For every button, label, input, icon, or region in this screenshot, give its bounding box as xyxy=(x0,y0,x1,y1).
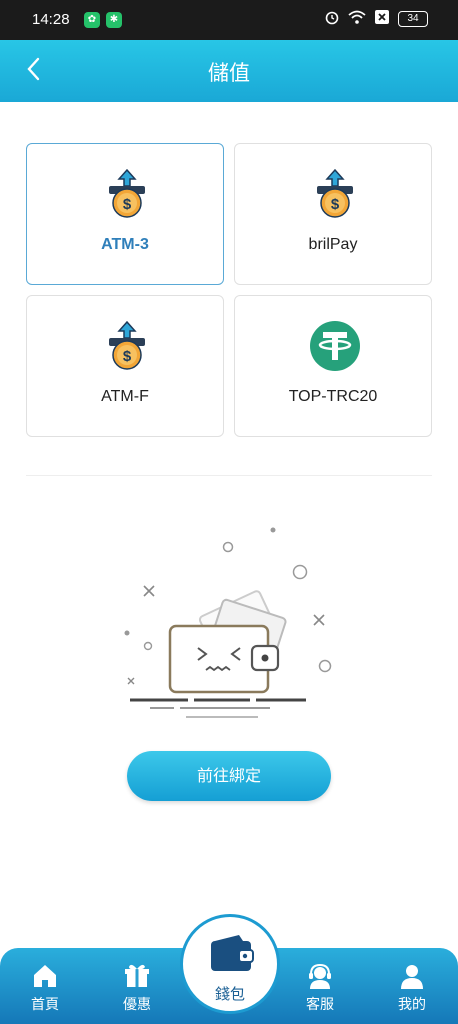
method-label: TOP-TRC20 xyxy=(288,388,378,405)
svg-text:$: $ xyxy=(123,348,132,365)
status-icons: 34 xyxy=(324,9,428,29)
section-divider xyxy=(26,475,432,476)
method-card-atm-3[interactable]: $ ATM-3 xyxy=(26,143,224,285)
nav-label: 客服 xyxy=(306,997,334,1013)
user-icon xyxy=(401,965,423,989)
gift-icon xyxy=(125,964,149,987)
method-label: brilPay xyxy=(308,236,358,253)
go-bind-button[interactable]: 前往綁定 xyxy=(127,751,331,801)
page-title: 儲值 xyxy=(208,61,250,85)
tether-icon xyxy=(309,320,361,372)
nav-item-wallet[interactable]: 錢包 xyxy=(180,914,280,1014)
nav-label: 首頁 xyxy=(31,997,59,1013)
sim-icon xyxy=(374,9,390,29)
app-notification-icon: ✱ xyxy=(106,12,122,28)
app-notification-icon: ✿ xyxy=(84,12,100,28)
empty-wallet-illustration xyxy=(110,520,350,735)
nav-item-support[interactable]: 客服 xyxy=(290,962,350,1018)
method-label: ATM-3 xyxy=(101,236,149,253)
nav-item-profile[interactable]: 我的 xyxy=(382,962,442,1018)
atm-coin-icon: $ xyxy=(101,320,153,372)
alarm-icon xyxy=(324,9,340,29)
nav-label: 錢包 xyxy=(214,985,245,1003)
nav-label: 優惠 xyxy=(123,997,151,1013)
header-bar: 儲值 xyxy=(0,40,458,102)
wallet-icon xyxy=(211,935,254,971)
status-time: 14:28 xyxy=(32,11,70,28)
battery-icon: 34 xyxy=(398,11,428,27)
home-icon xyxy=(34,965,56,987)
method-card-brilpay[interactable]: $ brilPay xyxy=(234,143,432,285)
nav-item-promotions[interactable]: 優惠 xyxy=(107,962,167,1018)
svg-text:$: $ xyxy=(123,196,132,213)
wifi-icon xyxy=(348,9,366,29)
status-bar: 14:28 ✿ ✱ 34 xyxy=(0,0,458,40)
method-card-atm-f[interactable]: $ ATM-F xyxy=(26,295,224,437)
support-icon xyxy=(309,963,331,989)
atm-coin-icon: $ xyxy=(101,168,153,220)
method-card-top-trc20[interactable]: TOP-TRC20 xyxy=(234,295,432,437)
method-label: ATM-F xyxy=(101,388,149,405)
svg-text:$: $ xyxy=(331,196,340,213)
nav-item-home[interactable]: 首頁 xyxy=(15,962,75,1018)
nav-label: 我的 xyxy=(398,997,426,1013)
atm-coin-icon: $ xyxy=(309,168,361,220)
